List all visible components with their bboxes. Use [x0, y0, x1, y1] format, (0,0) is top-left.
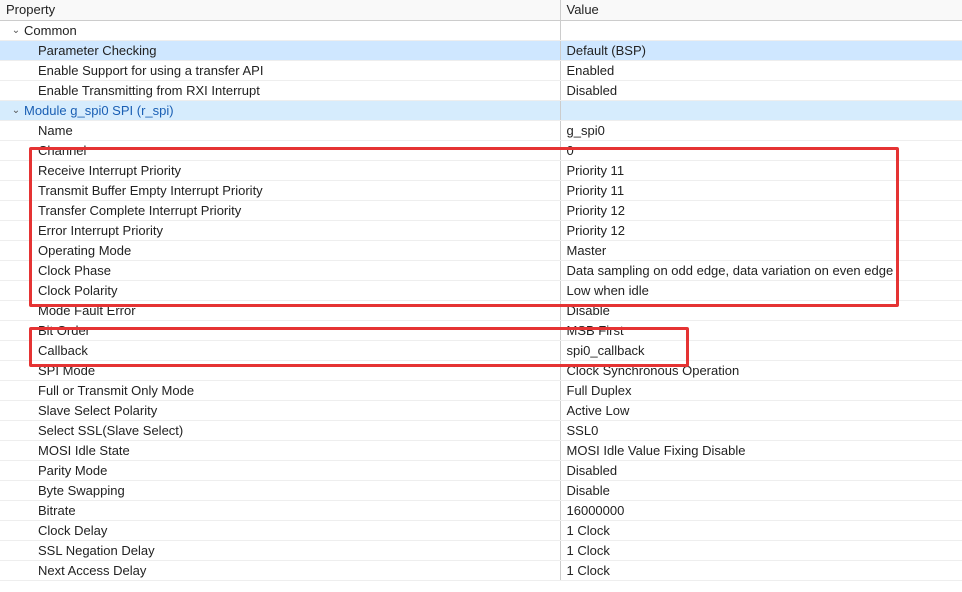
property-value[interactable]: MOSI Idle Value Fixing Disable	[560, 440, 962, 460]
property-row[interactable]: Bit OrderMSB First	[0, 320, 962, 340]
header-property[interactable]: Property	[0, 0, 560, 20]
property-value[interactable]: Disabled	[560, 460, 962, 480]
property-name: MOSI Idle State	[0, 440, 560, 460]
property-row[interactable]: Transfer Complete Interrupt PriorityPrio…	[0, 200, 962, 220]
group-label: Module g_spi0 SPI (r_spi)	[24, 103, 174, 118]
property-value[interactable]: 1 Clock	[560, 540, 962, 560]
property-name: Bit Order	[0, 320, 560, 340]
property-value[interactable]: MSB First	[560, 320, 962, 340]
property-row[interactable]: SPI ModeClock Synchronous Operation	[0, 360, 962, 380]
property-name: Parameter Checking	[0, 40, 560, 60]
property-row[interactable]: Enable Support for using a transfer APIE…	[0, 60, 962, 80]
property-row[interactable]: Clock Delay1 Clock	[0, 520, 962, 540]
property-name: Byte Swapping	[0, 480, 560, 500]
property-row[interactable]: Clock PolarityLow when idle	[0, 280, 962, 300]
property-row[interactable]: Enable Transmitting from RXI InterruptDi…	[0, 80, 962, 100]
property-name: Slave Select Polarity	[0, 400, 560, 420]
property-name: Callback	[0, 340, 560, 360]
property-row[interactable]: Callbackspi0_callback	[0, 340, 962, 360]
property-name: Channel	[0, 140, 560, 160]
property-name: Error Interrupt Priority	[0, 220, 560, 240]
property-name: Parity Mode	[0, 460, 560, 480]
property-name: Mode Fault Error	[0, 300, 560, 320]
property-row[interactable]: Slave Select PolarityActive Low	[0, 400, 962, 420]
property-name: Transfer Complete Interrupt Priority	[0, 200, 560, 220]
group-label: Common	[24, 23, 77, 38]
property-row[interactable]: Full or Transmit Only ModeFull Duplex	[0, 380, 962, 400]
property-value[interactable]: 1 Clock	[560, 560, 962, 580]
property-value[interactable]: 16000000	[560, 500, 962, 520]
property-value[interactable]: Low when idle	[560, 280, 962, 300]
property-row[interactable]: MOSI Idle StateMOSI Idle Value Fixing Di…	[0, 440, 962, 460]
property-row[interactable]: SSL Negation Delay1 Clock	[0, 540, 962, 560]
property-row[interactable]: Receive Interrupt PriorityPriority 11	[0, 160, 962, 180]
property-value[interactable]: Enabled	[560, 60, 962, 80]
property-name: Name	[0, 120, 560, 140]
property-row[interactable]: Operating ModeMaster	[0, 240, 962, 260]
property-row[interactable]: Nameg_spi0	[0, 120, 962, 140]
table-header: Property Value	[0, 0, 962, 20]
property-value[interactable]: Master	[560, 240, 962, 260]
property-value[interactable]: Default (BSP)	[560, 40, 962, 60]
property-name: Transmit Buffer Empty Interrupt Priority	[0, 180, 560, 200]
property-row[interactable]: Next Access Delay1 Clock	[0, 560, 962, 580]
property-row[interactable]: Parity ModeDisabled	[0, 460, 962, 480]
property-name: Enable Support for using a transfer API	[0, 60, 560, 80]
property-name: SPI Mode	[0, 360, 560, 380]
property-name: SSL Negation Delay	[0, 540, 560, 560]
property-name: Receive Interrupt Priority	[0, 160, 560, 180]
property-value[interactable]: Disable	[560, 300, 962, 320]
property-value[interactable]: Priority 12	[560, 200, 962, 220]
property-row[interactable]: Error Interrupt PriorityPriority 12	[0, 220, 962, 240]
property-value[interactable]: SSL0	[560, 420, 962, 440]
property-value[interactable]: Full Duplex	[560, 380, 962, 400]
property-name: Clock Polarity	[0, 280, 560, 300]
group-row[interactable]: ⌄Common	[0, 20, 962, 40]
property-value[interactable]: Clock Synchronous Operation	[560, 360, 962, 380]
properties-table: Property Value ⌄CommonParameter Checking…	[0, 0, 962, 581]
property-name: Clock Phase	[0, 260, 560, 280]
property-row[interactable]: Select SSL(Slave Select)SSL0	[0, 420, 962, 440]
property-value[interactable]: Disable	[560, 480, 962, 500]
property-row[interactable]: Transmit Buffer Empty Interrupt Priority…	[0, 180, 962, 200]
group-row[interactable]: ⌄Module g_spi0 SPI (r_spi)	[0, 100, 962, 120]
property-value[interactable]: Priority 12	[560, 220, 962, 240]
property-row[interactable]: Channel0	[0, 140, 962, 160]
property-name: Select SSL(Slave Select)	[0, 420, 560, 440]
property-value[interactable]: 0	[560, 140, 962, 160]
property-name: Next Access Delay	[0, 560, 560, 580]
property-row[interactable]: Byte SwappingDisable	[0, 480, 962, 500]
property-value[interactable]: 1 Clock	[560, 520, 962, 540]
property-value[interactable]: g_spi0	[560, 120, 962, 140]
property-name: Bitrate	[0, 500, 560, 520]
property-row[interactable]: Bitrate16000000	[0, 500, 962, 520]
header-value[interactable]: Value	[560, 0, 962, 20]
property-row[interactable]: Mode Fault ErrorDisable	[0, 300, 962, 320]
chevron-down-icon[interactable]: ⌄	[10, 25, 22, 36]
property-value[interactable]: Priority 11	[560, 160, 962, 180]
property-name: Enable Transmitting from RXI Interrupt	[0, 80, 560, 100]
property-value[interactable]: Data sampling on odd edge, data variatio…	[560, 260, 962, 280]
property-value[interactable]: Priority 11	[560, 180, 962, 200]
property-row[interactable]: Parameter CheckingDefault (BSP)	[0, 40, 962, 60]
property-name: Operating Mode	[0, 240, 560, 260]
property-value[interactable]: Active Low	[560, 400, 962, 420]
property-value[interactable]: Disabled	[560, 80, 962, 100]
property-name: Full or Transmit Only Mode	[0, 380, 560, 400]
property-name: Clock Delay	[0, 520, 560, 540]
property-value[interactable]: spi0_callback	[560, 340, 962, 360]
property-row[interactable]: Clock PhaseData sampling on odd edge, da…	[0, 260, 962, 280]
chevron-down-icon[interactable]: ⌄	[10, 105, 22, 116]
